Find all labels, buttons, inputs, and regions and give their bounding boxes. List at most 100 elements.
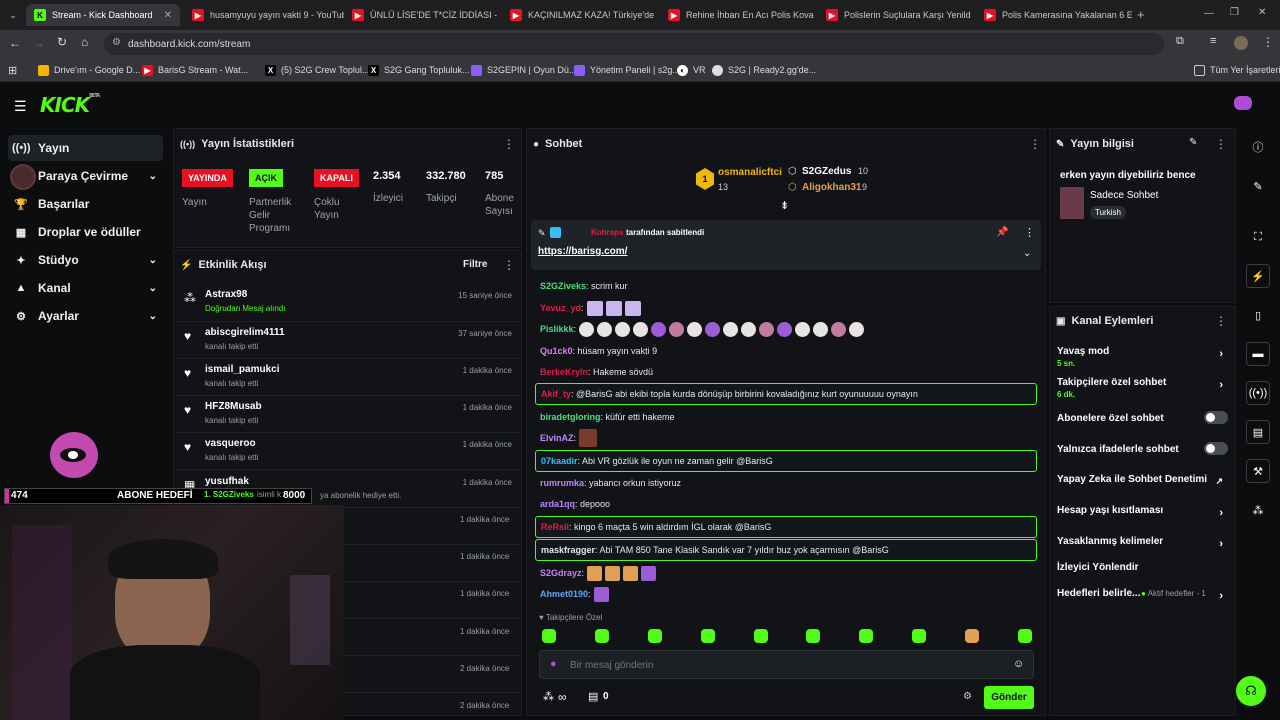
- account-age-action[interactable]: Hesap yaşı kısıtlaması ›: [1057, 505, 1227, 519]
- pinned-menu-icon[interactable]: ⋮: [1024, 226, 1035, 239]
- nav-droplar[interactable]: ▦ Droplar ve ödüller: [8, 219, 163, 245]
- chat-message[interactable]: S2Gdrayz:: [535, 564, 1037, 582]
- bookmark-s2g-crew[interactable]: X (5) S2G Crew Toplul...: [265, 62, 369, 78]
- host-action[interactable]: İzleyici Yönlendir: [1057, 562, 1227, 573]
- bookmark-ready2gg[interactable]: S2G | Ready2.gg'de...: [712, 62, 816, 78]
- sharing-icon[interactable]: ⁂: [543, 690, 554, 703]
- stats-menu-icon[interactable]: ⋮: [503, 137, 515, 151]
- forward-icon[interactable]: →: [33, 36, 45, 50]
- emote-button[interactable]: [1018, 629, 1032, 643]
- bookmark-yonetim-paneli[interactable]: Yönetim Paneli | s2g...: [574, 62, 680, 78]
- slow-mode-action[interactable]: Yavaş mod 5 sn. ›: [1057, 346, 1227, 368]
- url-bar[interactable]: ⚙ dashboard.kick.com/stream: [104, 33, 1164, 55]
- emote-button[interactable]: [754, 629, 768, 643]
- actions-menu-icon[interactable]: ⋮: [1215, 314, 1227, 328]
- lightning-icon[interactable]: ⚡: [1246, 264, 1270, 288]
- emote-button[interactable]: [965, 629, 979, 643]
- filter-button[interactable]: Filtre: [463, 259, 487, 270]
- tab-kick-dashboard[interactable]: K Stream - Kick Dashboard ✕: [26, 4, 180, 26]
- collapse-leaderboard-icon[interactable]: ⇟: [780, 199, 789, 212]
- unpin-icon[interactable]: 📌: [996, 227, 1008, 238]
- chat-message-input[interactable]: [570, 656, 990, 674]
- send-button[interactable]: Gönder: [984, 686, 1034, 709]
- extensions-icon[interactable]: ⧉: [1176, 35, 1184, 48]
- minimize-icon[interactable]: —: [1204, 8, 1214, 19]
- activity-event[interactable]: ♥ ismail_pamukci kanalı takip etti 1 dakika…: [180, 364, 520, 398]
- site-info-icon[interactable]: ⚙: [112, 37, 121, 48]
- tab-youtube-4[interactable]: ▶ Rehine İhbarı En Acı Polis Kova✕: [660, 4, 816, 26]
- share-icon[interactable]: ⁂: [1246, 498, 1270, 522]
- nav-basarilar[interactable]: 🏆 Başarılar: [8, 191, 163, 217]
- nav-yayin[interactable]: ((•)) Yayın: [8, 135, 163, 161]
- tab-youtube-5[interactable]: ▶ Polislerin Suçlulara Karşı Yenild✕: [818, 4, 976, 26]
- pinned-link[interactable]: https://barisg.com/: [538, 246, 627, 257]
- chat-message[interactable]: arda1qq: depooo: [535, 497, 1037, 511]
- chat-icon[interactable]: ▬: [1246, 342, 1270, 366]
- activity-event[interactable]: ⁂ Astrax98 Doğrudan Mesaj alındı 15 saniye …: [180, 289, 520, 323]
- leader-name[interactable]: S2GZedus: [802, 166, 851, 177]
- tab-youtube-3[interactable]: ▶ KAÇINILMAZ KAZA! Türkiye'de✕: [502, 4, 658, 26]
- nav-kanal[interactable]: ▲ Kanal ⌄: [8, 275, 163, 301]
- nav-studyo[interactable]: ✦ Stüdyo ⌄: [8, 247, 163, 273]
- tab-youtube-2[interactable]: ▶ ÜNLÜ LİSE'DE T*CİZ İDDİASI -✕: [344, 4, 502, 26]
- emote-button[interactable]: [542, 629, 556, 643]
- activity-event[interactable]: ♥ vasqueroo kanalı takip etti 1 dakika önce: [180, 438, 520, 472]
- chat-message-highlighted[interactable]: ReRsll: kingo 6 maçta 5 win aldırdım İGL…: [535, 516, 1037, 538]
- all-bookmarks-folder[interactable]: Tüm Yer İşaretleri: [1194, 62, 1280, 78]
- emote-button[interactable]: [859, 629, 873, 643]
- chat-message[interactable]: S2GZiveks: scrim kur: [535, 279, 1037, 293]
- microphone-icon[interactable]: ●: [550, 658, 557, 670]
- followers-only-action[interactable]: Takipçilere özel sohbet 6 dk. ›: [1057, 377, 1227, 399]
- close-window-icon[interactable]: ✕: [1258, 7, 1266, 18]
- trash-icon[interactable]: ▤: [588, 690, 598, 703]
- activity-event[interactable]: ♥ abiscgirelim4111 kanalı takip etti 37 san…: [180, 327, 520, 361]
- close-tab-icon[interactable]: ✕: [814, 10, 816, 21]
- chat-message[interactable]: rumrumka: yabancı orkun istiyoruz: [535, 476, 1037, 490]
- back-icon[interactable]: ←: [9, 36, 21, 50]
- new-tab-icon[interactable]: +: [1137, 7, 1145, 22]
- chevron-down-icon[interactable]: ⌄: [1023, 248, 1031, 259]
- chat-message[interactable]: biradetgloring: küfür etti hakeme: [535, 410, 1037, 424]
- emote-button[interactable]: [806, 629, 820, 643]
- maximize-icon[interactable]: ❐: [1230, 7, 1239, 18]
- chat-message-highlighted[interactable]: maskfragger: Abi TAM 850 Tane Klasik San…: [535, 539, 1037, 561]
- profile-avatar[interactable]: [1234, 36, 1248, 50]
- bookmark-drive[interactable]: Drive'ım - Google D...: [38, 62, 140, 78]
- emote-button[interactable]: [701, 629, 715, 643]
- edit-icon[interactable]: ✎: [1246, 174, 1270, 198]
- support-icon[interactable]: ☊: [1236, 676, 1266, 706]
- category-name[interactable]: Sadece Sohbet: [1090, 190, 1158, 201]
- chat-message[interactable]: Qu1ck0: hüsam yayın vakti 9: [535, 344, 1037, 358]
- chat-message[interactable]: ElvinAZ:: [535, 429, 1037, 447]
- kick-logo[interactable]: KICKBETA: [40, 93, 100, 117]
- chat-settings-icon[interactable]: ⚙: [963, 691, 972, 702]
- broadcast-icon[interactable]: ((•)): [1246, 381, 1270, 405]
- info-menu-icon[interactable]: ⋮: [1215, 137, 1227, 151]
- emote-only-toggle[interactable]: [1204, 442, 1228, 455]
- chat-message[interactable]: BerkeKryln: Hakeme sövdü: [535, 365, 1037, 379]
- emote-button[interactable]: [595, 629, 609, 643]
- chat-message[interactable]: Ahmet0190:: [535, 586, 1037, 602]
- ai-moderation-action[interactable]: Yapay Zeka ile Sohbet Denetimi ↗: [1057, 474, 1227, 486]
- emote-button[interactable]: [912, 629, 926, 643]
- chat-message-highlighted[interactable]: 07kaadir: Abi VR gözlük ile oyun ne zama…: [535, 450, 1037, 472]
- bookmark-vr[interactable]: ◐ VR: [677, 62, 706, 78]
- bookmark-barisg-stream[interactable]: ▶ BarisG Stream - Wat...: [142, 62, 248, 78]
- hamburger-menu-icon[interactable]: ☰: [14, 98, 27, 115]
- close-tab-icon[interactable]: ✕: [654, 10, 658, 21]
- user-avatar[interactable]: [1234, 96, 1252, 110]
- activity-menu-icon[interactable]: ⋮: [503, 258, 515, 272]
- nav-ayarlar[interactable]: ⚙ Ayarlar ⌄: [8, 303, 163, 329]
- emote-button[interactable]: [648, 629, 662, 643]
- wrench-icon[interactable]: ⚒: [1246, 459, 1270, 483]
- chat-message[interactable]: Pislikkk:: [535, 320, 1037, 338]
- bookmark-s2g-gang[interactable]: X S2G Gang Topluluk...: [368, 62, 469, 78]
- tab-search-button[interactable]: ⌄: [4, 4, 22, 26]
- info-icon[interactable]: ⓘ: [1246, 135, 1270, 159]
- emoji-icon[interactable]: ☺: [1013, 658, 1024, 670]
- tab-youtube-6[interactable]: ▶ Polis Kamerasına Yakalanan 6 E✕: [976, 4, 1132, 26]
- window-icon[interactable]: ▤: [1246, 420, 1270, 444]
- media-control-icon[interactable]: ≡: [1210, 35, 1216, 47]
- leader-name[interactable]: Aligokhan31: [802, 182, 861, 193]
- chat-message-highlighted[interactable]: Akif_ty: @BarisG abi ekibi topla kurda d…: [535, 383, 1037, 405]
